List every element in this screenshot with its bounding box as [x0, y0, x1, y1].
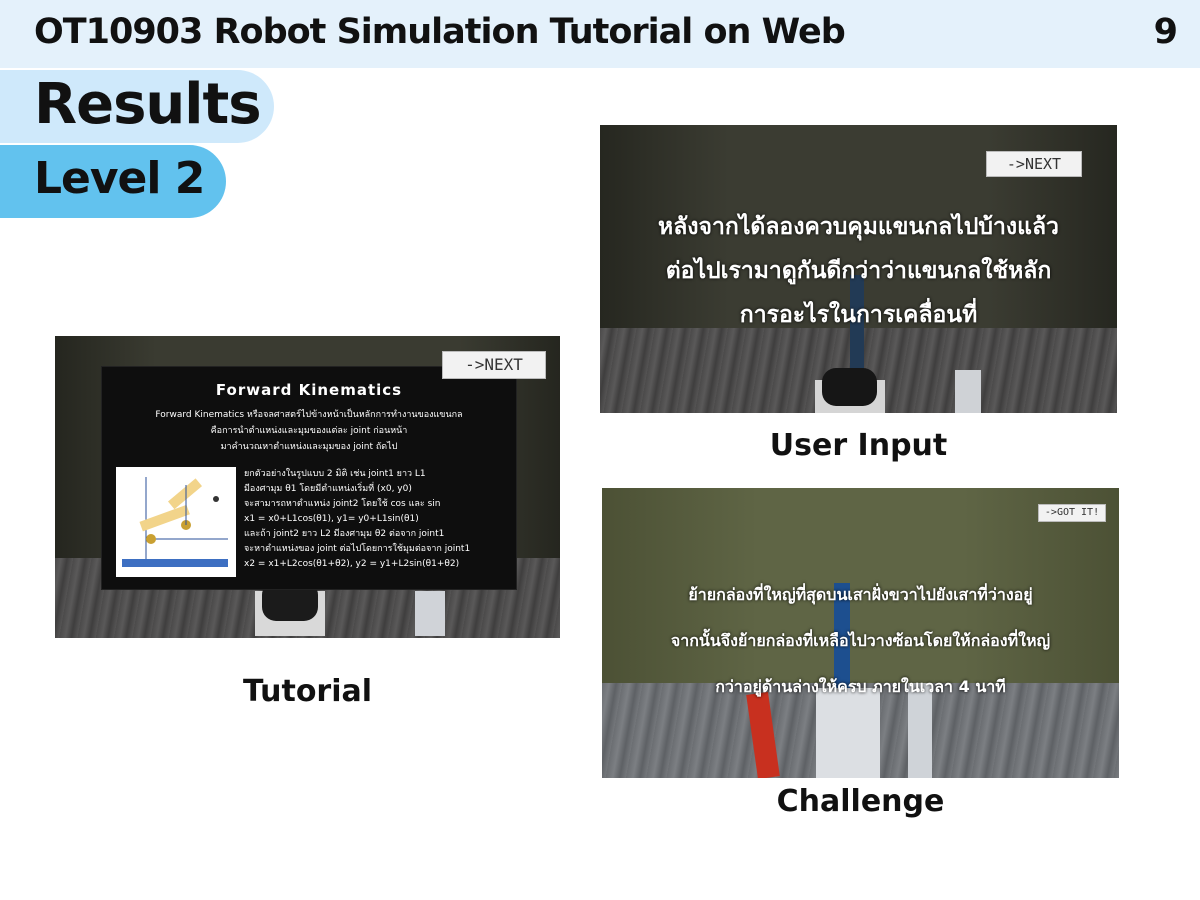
tutorial-caption: Tutorial — [242, 674, 373, 709]
pillar — [955, 370, 981, 413]
header-bar: OT10903 Robot Simulation Tutorial on Web… — [0, 0, 1200, 68]
challenge-line: ย้ายกล่องที่ใหญ่ที่สุดบนเสาฝั่งขวาไปยังเ… — [688, 585, 1033, 604]
formula-line: ยกตัวอย่างในรูปแบบ 2 มิติ เช่น joint1 ยา… — [244, 469, 426, 479]
results-pill: Results — [0, 70, 274, 143]
panel-formulas: ยกตัวอย่างในรูปแบบ 2 มิติ เช่น joint1 ยา… — [244, 467, 510, 572]
challenge-line: จากนั้นจึงย้ายกล่องที่เหลือไปวางซ้อนโดยใ… — [670, 631, 1051, 650]
kinematics-diagram-svg — [122, 477, 228, 567]
page-number: 9 — [1153, 12, 1178, 52]
user-input-screenshot: ->NEXT หลังจากได้ลองควบคุมแขนกลไปบ้างแล้… — [600, 125, 1117, 413]
formula-line: x1 = x0+L1cos(θ1), y1= y0+L1sin(θ1) — [244, 514, 419, 524]
panel-description: Forward Kinematics หรือจลศาสตร์ไปข้างหน้… — [112, 407, 506, 455]
panel-description-line: คือการนำตำแหน่งและมุมของแต่ละ joint ก่อน… — [210, 426, 408, 436]
panel-description-line: Forward Kinematics หรือจลศาสตร์ไปข้างหน้… — [155, 410, 463, 420]
formula-line: มีองศามุม θ1 โดยมีตำแหน่งเริ่มที่ (x0, y… — [244, 484, 412, 494]
formula-line: x2 = x1+L2cos(θ1+θ2), y2 = y1+L2sin(θ1+θ… — [244, 559, 460, 569]
next-button[interactable]: ->NEXT — [442, 351, 546, 379]
tutorial-panel: Forward Kinematics Forward Kinematics หร… — [101, 366, 517, 590]
formula-line: จะสามารถหาตำแหน่ง joint2 โดยใช้ cos และ … — [244, 499, 441, 509]
level-pill: Level 2 — [0, 145, 226, 218]
user-input-caption: User Input — [769, 428, 948, 463]
challenge-caption: Challenge — [776, 784, 945, 819]
pillar — [415, 591, 445, 636]
robot-body — [822, 368, 877, 406]
instruction-line: ต่อไปเรามาดูกันดีกว่าว่าแขนกลใช้หลัก — [665, 258, 1052, 284]
challenge-screenshot: ->GOT IT! ย้ายกล่องที่ใหญ่ที่สุดบนเสาฝั่… — [602, 488, 1119, 778]
kinematics-diagram — [116, 467, 236, 577]
next-button[interactable]: ->NEXT — [986, 151, 1082, 177]
instruction-line: การอะไรในการเคลื่อนที่ — [739, 302, 978, 328]
panel-description-line: มาคำนวณหาตำแหน่งและมุมของ joint ถัดไป — [220, 442, 398, 452]
challenge-text: ย้ายกล่องที่ใหญ่ที่สุดบนเสาฝั่งขวาไปยังเ… — [602, 572, 1119, 710]
tutorial-screenshot: Forward Kinematics Forward Kinematics หร… — [55, 336, 560, 638]
challenge-line: กว่าอยู่ด้านล่างให้ครบ ภายในเวลา 4 นาที — [715, 677, 1006, 696]
level-label: Level 2 — [34, 153, 205, 204]
formula-line: จะหาตำแหน่งของ joint ต่อไปโดยการใช้มุมต่… — [244, 544, 471, 554]
panel-title: Forward Kinematics — [215, 381, 403, 399]
slide-title: OT10903 Robot Simulation Tutorial on Web — [34, 12, 846, 52]
results-label: Results — [34, 72, 262, 137]
formula-line: และถ้า joint2 ยาว L2 มีองศามุม θ2 ต่อจาก… — [244, 529, 445, 539]
instruction-text: หลังจากได้ลองควบคุมแขนกลไปบ้างแล้ว ต่อไป… — [600, 205, 1117, 337]
instruction-line: หลังจากได้ลองควบคุมแขนกลไปบ้างแล้ว — [658, 214, 1059, 240]
got-it-button[interactable]: ->GOT IT! — [1038, 504, 1106, 522]
